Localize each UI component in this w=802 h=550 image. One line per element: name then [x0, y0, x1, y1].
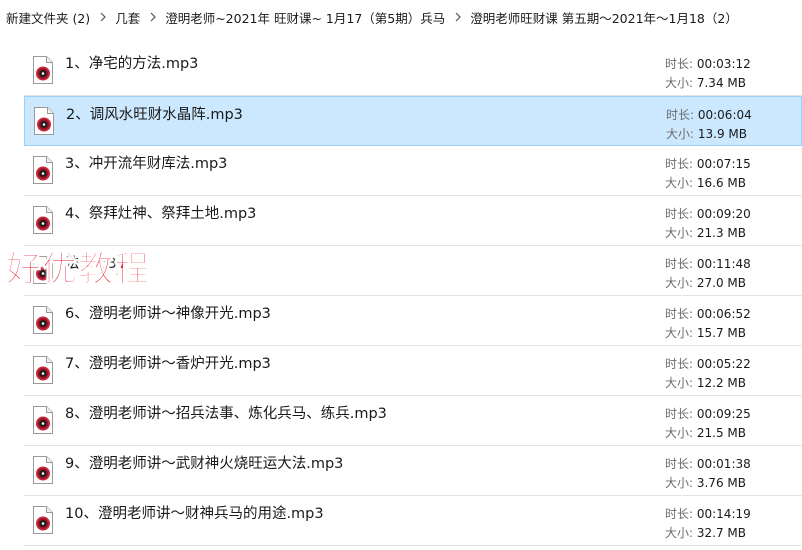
file-size: 大小: 21.5 MB	[665, 424, 746, 441]
size-value: 13.9 MB	[697, 127, 747, 141]
duration-value: 00:06:52	[696, 307, 751, 321]
media-audio-file-icon	[32, 155, 54, 185]
file-name[interactable]: 9、澄明老师讲～武财神火烧旺运大法.mp3	[65, 452, 343, 473]
file-duration: 时长: 00:01:38	[665, 455, 751, 472]
file-duration: 时长: 00:06:52	[665, 305, 751, 322]
file-duration: 时长: 00:07:15	[665, 155, 751, 172]
breadcrumb: 新建文件夹 (2) 几套 澄明老师~2021年 旺财课~ 1月17（第5期）兵马…	[0, 0, 802, 34]
media-audio-file-icon	[32, 355, 54, 385]
file-name[interactable]: 2、调风水旺财水晶阵.mp3	[66, 103, 243, 124]
file-explorer-window: 新建文件夹 (2) 几套 澄明老师~2021年 旺财课~ 1月17（第5期）兵马…	[0, 0, 802, 550]
file-duration: 时长: 00:11:48	[665, 255, 751, 272]
duration-label: 时长:	[665, 457, 697, 471]
file-row[interactable]: 6、澄明老师讲～神像开光.mp3 时长: 00:06:52 大小: 15.7 MB	[24, 296, 802, 346]
file-row[interactable]: 3、冲开流年财库法.mp3 时长: 00:07:15 大小: 16.6 MB	[24, 146, 802, 196]
duration-value: 00:01:38	[696, 457, 751, 471]
breadcrumb-item-2[interactable]: 几套	[115, 8, 140, 27]
duration-label: 时长:	[665, 207, 697, 221]
size-label: 大小:	[665, 476, 697, 490]
size-value: 12.2 MB	[696, 376, 746, 390]
file-size: 大小: 3.76 MB	[665, 474, 746, 491]
watermark-text: 好优教程	[5, 250, 151, 290]
file-name[interactable]: 8、澄明老师讲～招兵法事、炼化兵马、练兵.mp3	[65, 402, 387, 423]
size-value: 27.0 MB	[696, 276, 746, 290]
file-duration: 时长: 00:05:22	[665, 355, 751, 372]
size-label: 大小:	[665, 376, 697, 390]
duration-label: 时长:	[665, 257, 697, 271]
size-label: 大小:	[665, 76, 697, 90]
file-size: 大小: 21.3 MB	[665, 224, 746, 241]
media-audio-file-icon	[32, 205, 54, 235]
size-value: 21.3 MB	[696, 226, 746, 240]
file-list: 1、净宅的方法.mp3 时长: 00:03:12 大小: 7.34 MB 2、调风水旺…	[0, 46, 802, 546]
file-size: 大小: 7.34 MB	[665, 74, 746, 91]
file-size: 大小: 12.2 MB	[665, 374, 746, 391]
duration-label: 时长:	[665, 57, 697, 71]
size-value: 15.7 MB	[696, 326, 746, 340]
size-value: 7.34 MB	[696, 76, 746, 90]
duration-label: 时长:	[665, 507, 697, 521]
chevron-right-icon[interactable]	[455, 12, 462, 22]
file-name[interactable]: 7、澄明老师讲～香炉开光.mp3	[65, 352, 271, 373]
media-audio-file-icon	[32, 305, 54, 335]
file-name[interactable]: 1、净宅的方法.mp3	[65, 52, 198, 73]
file-size: 大小: 15.7 MB	[665, 324, 746, 341]
file-row[interactable]: 8、澄明老师讲～招兵法事、炼化兵马、练兵.mp3 时长: 00:09:25 大小: …	[24, 396, 802, 446]
file-duration: 时长: 00:09:20	[665, 205, 751, 222]
media-audio-file-icon	[33, 106, 55, 136]
file-size: 大小: 27.0 MB	[665, 274, 746, 291]
file-size: 大小: 16.6 MB	[665, 174, 746, 191]
breadcrumb-item-3[interactable]: 澄明老师~2021年 旺财课~ 1月17（第5期）兵马	[165, 8, 445, 27]
duration-value: 00:05:22	[696, 357, 751, 371]
file-name[interactable]: 4、祭拜灶神、祭拜土地.mp3	[65, 202, 256, 223]
file-row[interactable]: 4、祭拜灶神、祭拜土地.mp3 时长: 00:09:20 大小: 21.3 MB	[24, 196, 802, 246]
file-row[interactable]: 10、澄明老师讲～财神兵马的用途.mp3 时长: 00:14:19 大小: 32.7…	[24, 496, 802, 546]
size-value: 32.7 MB	[696, 526, 746, 540]
file-name[interactable]: 3、冲开流年财库法.mp3	[65, 152, 227, 173]
media-audio-file-icon	[32, 455, 54, 485]
duration-value: 00:03:12	[696, 57, 751, 71]
size-label: 大小:	[665, 326, 697, 340]
media-audio-file-icon	[32, 505, 54, 535]
duration-label: 时长:	[665, 157, 697, 171]
duration-value: 00:06:04	[697, 108, 752, 122]
file-size: 大小: 13.9 MB	[666, 125, 747, 142]
file-row[interactable]: 9、澄明老师讲～武财神火烧旺运大法.mp3 时长: 00:01:38 大小: 3.7…	[24, 446, 802, 496]
duration-value: 00:14:19	[696, 507, 751, 521]
size-value: 16.6 MB	[696, 176, 746, 190]
chevron-right-icon[interactable]	[150, 12, 157, 22]
size-label: 大小:	[665, 276, 697, 290]
media-audio-file-icon	[32, 55, 54, 85]
duration-value: 00:09:20	[696, 207, 751, 221]
file-duration: 时长: 00:14:19	[665, 505, 751, 522]
file-row[interactable]: 7、澄明老师讲～香炉开光.mp3 时长: 00:05:22 大小: 12.2 MB	[24, 346, 802, 396]
duration-value: 00:09:25	[696, 407, 751, 421]
file-size: 大小: 32.7 MB	[665, 524, 746, 541]
size-value: 3.76 MB	[696, 476, 746, 490]
duration-label: 时长:	[665, 307, 697, 321]
file-duration: 时长: 00:09:25	[665, 405, 751, 422]
size-label: 大小:	[666, 127, 698, 141]
size-label: 大小:	[665, 176, 697, 190]
file-name[interactable]: 6、澄明老师讲～神像开光.mp3	[65, 302, 271, 323]
duration-label: 时长:	[665, 407, 697, 421]
size-label: 大小:	[665, 426, 697, 440]
size-label: 大小:	[665, 526, 697, 540]
breadcrumb-item-1[interactable]: 新建文件夹 (2)	[6, 8, 90, 27]
media-audio-file-icon	[32, 405, 54, 435]
duration-label: 时长:	[665, 357, 697, 371]
breadcrumb-item-4[interactable]: 澄明老师旺财课 第五期～2021年～1月18（2）	[470, 8, 738, 27]
chevron-right-icon[interactable]	[100, 12, 107, 22]
duration-value: 00:11:48	[696, 257, 751, 271]
file-duration: 时长: 00:03:12	[665, 55, 751, 72]
size-label: 大小:	[665, 226, 697, 240]
file-row[interactable]: 1、净宅的方法.mp3 时长: 00:03:12 大小: 7.34 MB	[24, 46, 802, 96]
duration-value: 00:07:15	[696, 157, 751, 171]
size-value: 21.5 MB	[696, 426, 746, 440]
duration-label: 时长:	[666, 108, 698, 122]
file-duration: 时长: 00:06:04	[666, 106, 752, 123]
file-row[interactable]: 2、调风水旺财水晶阵.mp3 时长: 00:06:04 大小: 13.9 MB	[24, 96, 802, 146]
file-name[interactable]: 10、澄明老师讲～财神兵马的用途.mp3	[65, 502, 324, 523]
